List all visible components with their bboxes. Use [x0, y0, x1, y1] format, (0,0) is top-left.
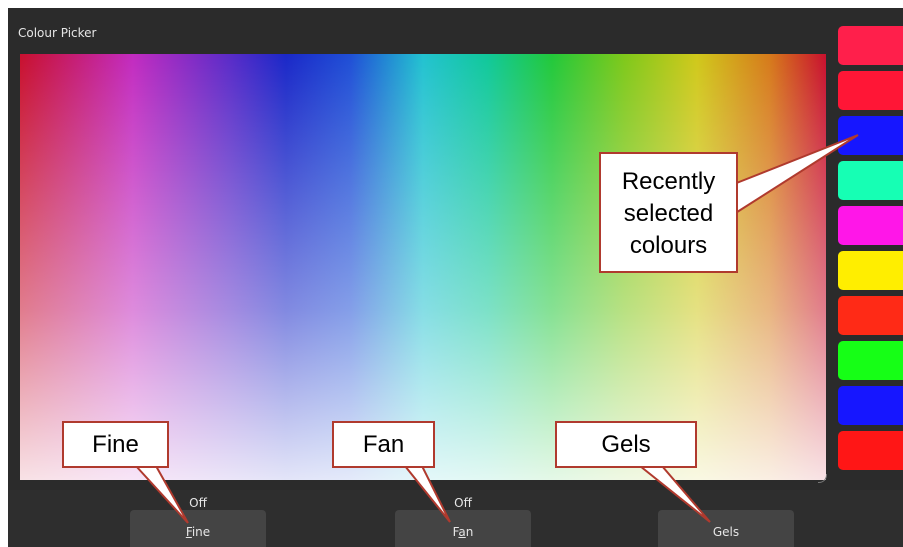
recent-colour-swatch[interactable]: [838, 296, 903, 335]
recent-colour-swatch[interactable]: [838, 26, 903, 65]
fine-button-label-post: ine: [191, 525, 211, 539]
recent-colour-swatch[interactable]: [838, 431, 903, 470]
recent-colours-callout: Recently selected colours: [599, 152, 738, 273]
gels-callout: Gels: [555, 421, 697, 468]
fine-state-label: Off: [189, 496, 207, 510]
fan-callout: Fan: [332, 421, 435, 468]
recent-callout-line1: Recently: [621, 168, 716, 195]
gels-button[interactable]: Gels: [658, 510, 794, 547]
recent-colours-list: [838, 26, 903, 476]
resize-handle-icon[interactable]: [818, 474, 827, 483]
recent-colour-swatch[interactable]: [838, 251, 903, 290]
recent-colour-swatch[interactable]: [838, 386, 903, 425]
recent-colour-swatch[interactable]: [838, 341, 903, 380]
recent-colour-swatch[interactable]: [838, 206, 903, 245]
fan-state-label: Off: [454, 496, 472, 510]
recent-colour-swatch[interactable]: [838, 161, 903, 200]
fan-button-label-post: n: [465, 525, 474, 539]
fine-button[interactable]: Fine: [130, 510, 266, 547]
recent-callout-line3: colours: [629, 232, 708, 259]
page-title: Colour Picker: [18, 26, 97, 40]
fine-callout: Fine: [62, 421, 169, 468]
recent-callout-line2: selected: [623, 200, 714, 227]
fan-button[interactable]: Fan: [395, 510, 531, 547]
fan-button-hotkey: a: [458, 525, 466, 539]
recent-colour-swatch[interactable]: [838, 71, 903, 110]
recent-colour-swatch[interactable]: [838, 116, 903, 155]
